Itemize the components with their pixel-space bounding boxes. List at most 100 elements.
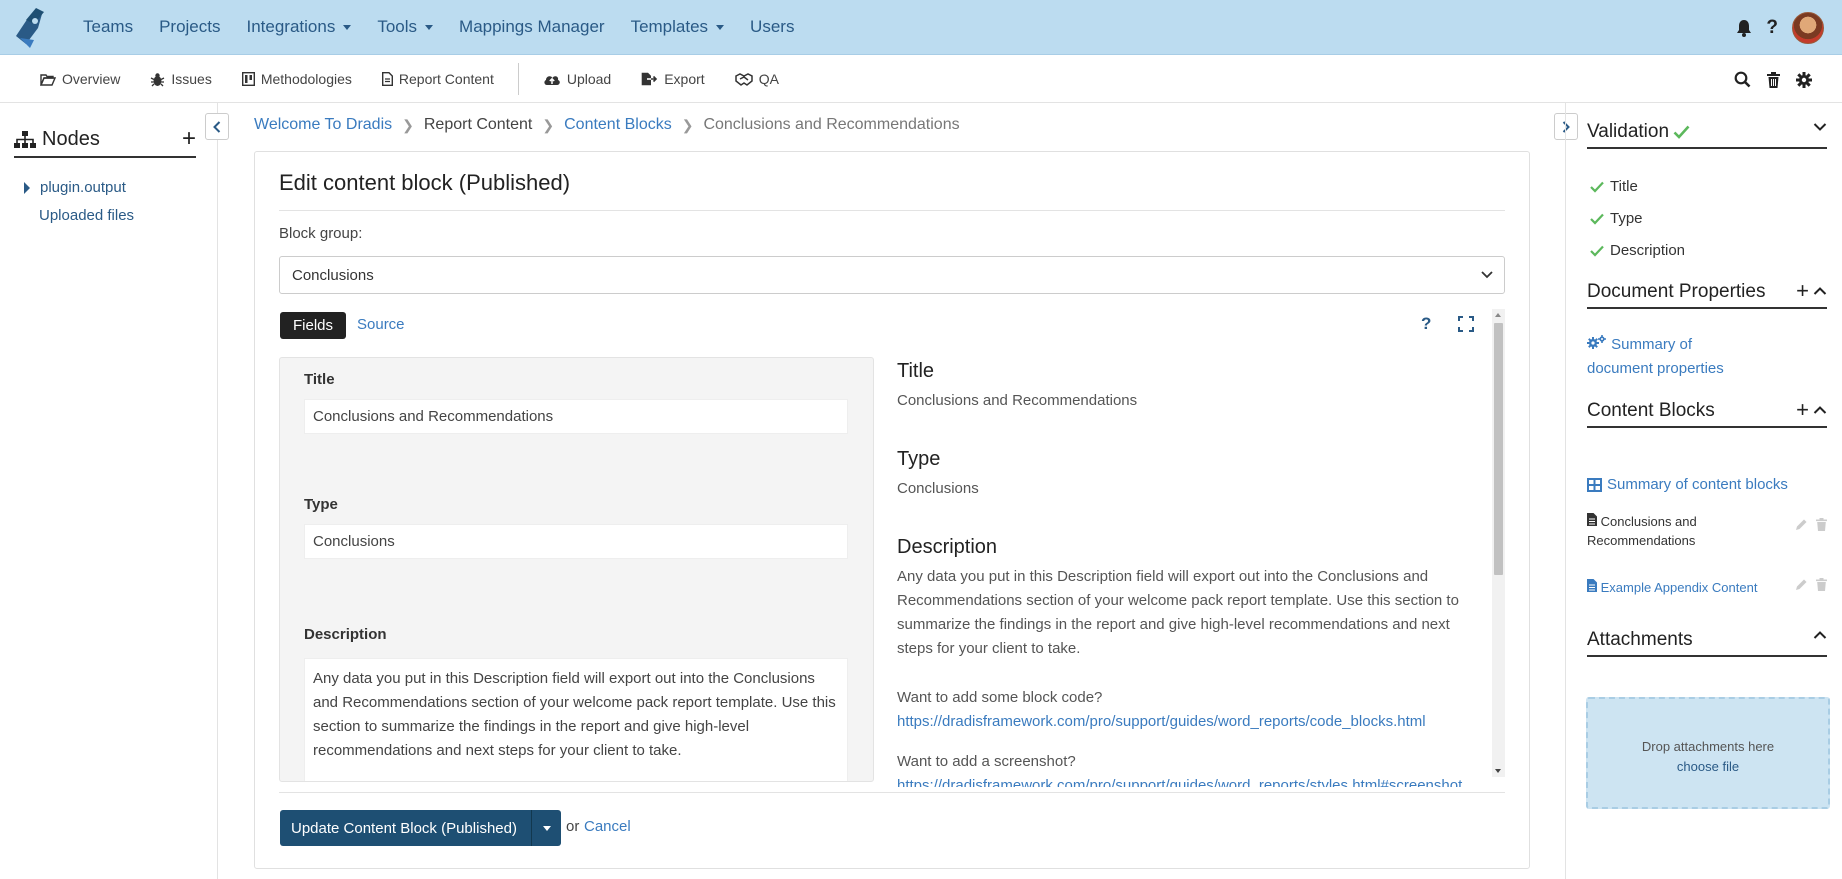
update-button-label[interactable]: Update Content Block (Published) (280, 820, 531, 837)
nav-projects[interactable]: Projects (159, 17, 220, 37)
preview-type-text: Conclusions (897, 480, 979, 497)
subnav-upload[interactable]: Upload (543, 71, 611, 87)
subnav-report-content[interactable]: Report Content (381, 71, 494, 87)
edit-content-block-card: Edit content block (Published) Block gro… (254, 151, 1530, 869)
nodes-header: Nodes + (14, 123, 196, 158)
block-group-select[interactable]: Conclusions (279, 256, 1505, 294)
nav-integrations-dropdown[interactable]: Integrations (247, 17, 352, 37)
chevron-up-icon[interactable] (1813, 630, 1827, 640)
chevron-up-icon[interactable] (1813, 286, 1827, 296)
pencil-icon[interactable] (1795, 518, 1808, 531)
block-group-label: Block group: (279, 225, 363, 242)
trash-icon[interactable] (1767, 71, 1780, 88)
choose-file-link[interactable]: choose file (1588, 757, 1828, 777)
document-properties-title: Document Properties (1587, 281, 1766, 302)
gear-icon[interactable] (1796, 71, 1812, 88)
nav-users[interactable]: Users (750, 17, 794, 37)
validation-header[interactable]: Validation (1587, 117, 1827, 149)
help-icon[interactable]: ? (1766, 17, 1778, 39)
sitemap-icon (14, 130, 36, 148)
validation-check-type: Type (1590, 210, 1643, 227)
nodes-title: Nodes (42, 128, 100, 150)
check-icon (1590, 213, 1604, 225)
preview-title-heading: Title (897, 360, 935, 382)
trash-icon[interactable] (1816, 578, 1827, 591)
attachments-header: Attachments (1587, 625, 1827, 657)
right-sidebar: Validation Title Type Description Docume… (1565, 103, 1842, 879)
drop-zone-text: Drop attachments here (1641, 739, 1775, 754)
form-footer-divider (279, 792, 1505, 793)
check-icon (1673, 125, 1690, 139)
expand-icon[interactable] (1458, 316, 1474, 332)
user-avatar[interactable] (1792, 11, 1824, 44)
caret-right-icon[interactable] (24, 181, 30, 194)
check-icon (1590, 245, 1604, 257)
attachments-title: Attachments (1587, 629, 1693, 650)
validation-title: Validation (1587, 121, 1670, 142)
chevron-up-icon[interactable] (1813, 405, 1827, 415)
chevron-down-icon[interactable] (1813, 122, 1827, 132)
cogs-icon (1587, 335, 1606, 349)
summary-document-properties-link[interactable]: Summary of document properties (1587, 333, 1757, 381)
field-preview-panel: Title Conclusions and Recommendations Ty… (897, 357, 1477, 787)
scrollbar-thumb[interactable] (1494, 323, 1503, 575)
folder-open-icon (40, 73, 56, 86)
node-plugin-output[interactable]: plugin.output (24, 179, 126, 196)
pencil-icon[interactable] (1795, 578, 1808, 591)
update-content-block-button[interactable]: Update Content Block (Published) (280, 810, 561, 846)
nav-mappings-manager[interactable]: Mappings Manager (459, 17, 605, 37)
document-properties-header: Document Properties + (1587, 277, 1827, 309)
add-node-button[interactable]: + (182, 125, 196, 153)
preview-screenshot-link[interactable]: https://dradisframework.com/pro/support/… (897, 777, 1462, 787)
preview-code-blocks-link[interactable]: https://dradisframework.com/pro/support/… (897, 713, 1426, 730)
breadcrumb-separator-icon: ❯ (402, 116, 414, 133)
nav-templates-dropdown[interactable]: Templates (631, 17, 725, 37)
scroll-up-arrow-icon[interactable] (1495, 313, 1501, 317)
attachments-drop-zone[interactable]: Drop attachments here choose file (1586, 697, 1830, 809)
preview-screenshot-prompt: Want to add a screenshot? (897, 753, 1076, 770)
bug-icon (151, 72, 165, 86)
preview-description-text: Any data you put in this Description fie… (897, 568, 1459, 657)
add-content-block-button[interactable]: + (1796, 399, 1809, 421)
breadcrumb-content-blocks[interactable]: Content Blocks (564, 116, 672, 134)
subnav-divider (517, 63, 519, 95)
subnav-qa[interactable]: QA (734, 71, 779, 87)
title-divider (279, 210, 1505, 211)
add-document-property-button[interactable]: + (1796, 280, 1809, 302)
breadcrumb-report-content: Report Content (423, 116, 533, 133)
chevron-down-icon (1481, 271, 1493, 279)
type-input[interactable]: Conclusions (304, 524, 848, 559)
breadcrumb-home[interactable]: Welcome To Dradis (254, 116, 392, 134)
node-uploaded-files[interactable]: Uploaded files (39, 207, 134, 224)
type-field-label: Type (304, 496, 338, 513)
search-icon[interactable] (1734, 71, 1751, 88)
summary-content-blocks-link[interactable]: Summary of content blocks (1587, 473, 1788, 497)
validation-check-title: Title (1590, 178, 1638, 195)
nav-teams[interactable]: Teams (83, 17, 133, 37)
bell-icon[interactable] (1736, 19, 1752, 37)
tab-source[interactable]: Source (357, 316, 405, 333)
subnav-export[interactable]: Export (641, 71, 705, 87)
cancel-link[interactable]: Cancel (584, 818, 631, 835)
editor-scrollbar[interactable] (1492, 309, 1505, 777)
subnav-methodologies[interactable]: Methodologies (241, 71, 352, 87)
cloud-upload-icon (544, 75, 560, 85)
description-textarea[interactable]: Any data you put in this Description fie… (304, 658, 848, 781)
update-options-dropdown-toggle[interactable] (531, 810, 561, 846)
file-export-icon (641, 72, 658, 86)
nav-tools-dropdown[interactable]: Tools (377, 17, 434, 37)
top-navbar: Teams Projects Integrations Tools Mappin… (0, 0, 1842, 55)
content-block-item-current[interactable]: Conclusions and Recommendations (1587, 512, 1827, 550)
tab-fields[interactable]: Fields (280, 312, 346, 339)
scroll-down-arrow-icon[interactable] (1495, 769, 1501, 773)
dradis-logo[interactable] (8, 4, 54, 50)
title-input[interactable]: Conclusions and Recommendations (304, 399, 848, 434)
trash-icon[interactable] (1816, 518, 1827, 531)
editor-help-icon[interactable]: ? (1421, 314, 1431, 334)
content-block-item[interactable]: Example Appendix Content (1587, 578, 1827, 597)
subnav-overview[interactable]: Overview (40, 71, 120, 87)
caret-down-icon (542, 825, 551, 831)
title-field-label: Title (304, 371, 335, 388)
collapse-left-sidebar-button[interactable] (205, 113, 229, 140)
subnav-issues[interactable]: Issues (150, 71, 212, 87)
